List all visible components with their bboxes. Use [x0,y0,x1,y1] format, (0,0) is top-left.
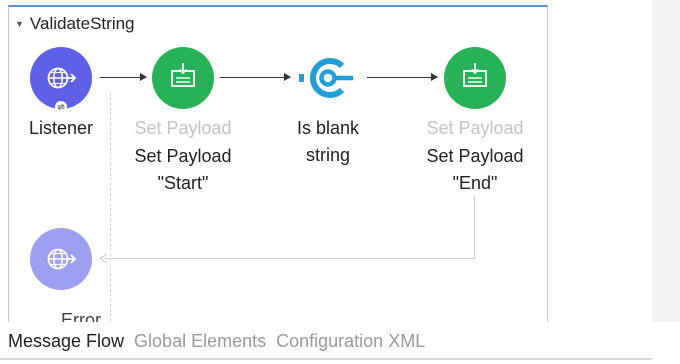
set-payload-end-node[interactable] [444,47,506,109]
error-label: Error [61,310,101,322]
source-divider [110,92,111,322]
tab-global-elements[interactable]: Global Elements [134,330,266,352]
set-payload-end-type: Set Payload [426,118,524,138]
set-payload-end-name-line1: Set Payload [426,146,524,166]
tab-message-flow[interactable]: Message Flow [8,330,124,352]
listener-label: Listener [28,118,94,138]
sync-icon [55,101,67,113]
error-connector-line [104,258,475,259]
connector-arrow [100,73,147,81]
flow-title: ValidateString [29,14,135,33]
error-connector-line [474,196,475,258]
collapse-caret-icon[interactable]: ▼ [15,19,24,29]
error-arrow-head-icon [98,253,108,264]
tab-configuration-xml[interactable]: Configuration XML [276,330,425,352]
connector-arrow [220,73,291,81]
set-payload-start-node[interactable] [152,47,214,109]
right-panel [652,0,680,364]
flow-header[interactable]: ▼ ValidateString [15,14,135,34]
is-blank-name-line1: Is blank [296,118,360,138]
editor-tabs: Message Flow Global Elements Configurati… [8,330,425,352]
set-payload-end-name-line2: "End" [452,173,498,193]
payload-download-icon [463,63,487,87]
flow-canvas[interactable]: ▼ ValidateString Listener Set Payload Se… [0,0,652,322]
tab-bar-divider [0,358,652,360]
set-payload-start-name-line1: Set Payload [134,146,232,166]
is-blank-node[interactable] [297,47,359,109]
is-blank-name-line2: string [305,145,350,165]
globe-arrow-icon [47,248,77,270]
set-payload-start-type: Set Payload [134,118,232,138]
error-node[interactable] [30,228,92,290]
connector-arrow [367,73,438,81]
set-payload-start-name-line2: "Start" [157,173,209,193]
payload-download-icon [171,63,195,87]
connector-icon [299,58,353,98]
